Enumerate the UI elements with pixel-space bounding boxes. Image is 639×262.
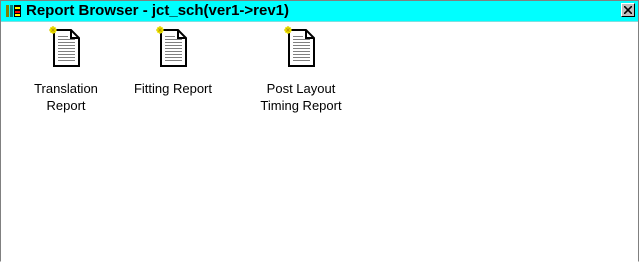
report-browser-window: Report Browser - jct_sch(ver1->rev1) Tra… bbox=[0, 0, 639, 262]
title-bar[interactable]: Report Browser - jct_sch(ver1->rev1) bbox=[1, 1, 638, 22]
close-button[interactable] bbox=[621, 3, 635, 17]
report-browser-icon bbox=[6, 5, 21, 17]
document-icon bbox=[156, 26, 187, 67]
report-label: Fitting Report bbox=[133, 81, 213, 96]
close-icon bbox=[624, 6, 632, 14]
report-label: Translation Report bbox=[34, 81, 98, 113]
window-title: Report Browser - jct_sch(ver1->rev1) bbox=[26, 2, 290, 19]
document-icon bbox=[284, 26, 315, 67]
document-icon bbox=[49, 26, 80, 67]
report-item-translation[interactable]: Translation Report bbox=[11, 26, 121, 114]
report-label: Post Layout Timing Report bbox=[260, 81, 342, 113]
report-item-fitting[interactable]: Fitting Report bbox=[118, 26, 228, 97]
report-list: Translation Report Fitting Report Post L… bbox=[1, 22, 638, 261]
report-item-post-layout-timing[interactable]: Post Layout Timing Report bbox=[246, 26, 356, 114]
